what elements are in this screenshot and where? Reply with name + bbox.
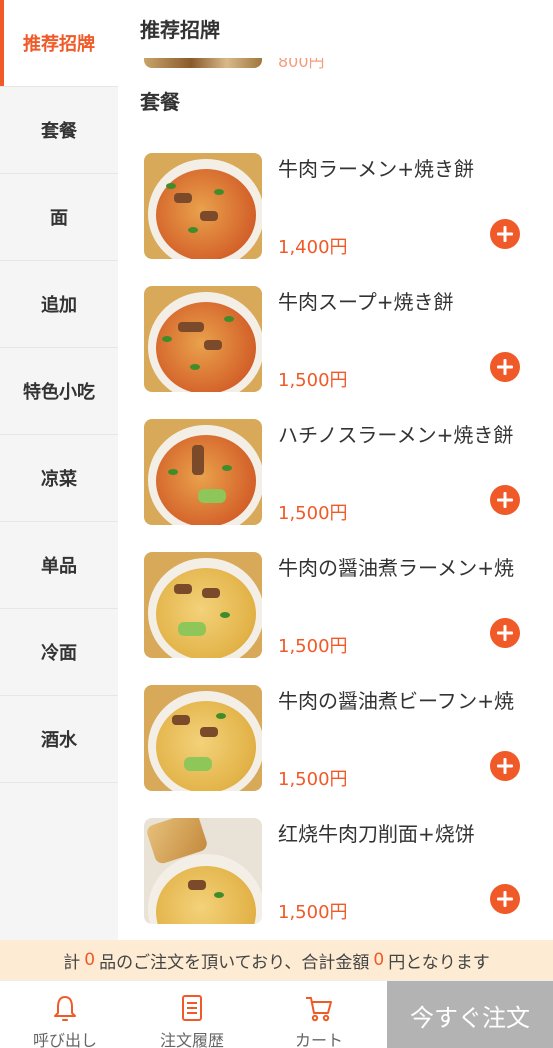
total-amount: 0 bbox=[373, 950, 385, 970]
sidebar-item-snacks[interactable]: 特色小吃 bbox=[0, 348, 118, 435]
item-price: 1,500円 bbox=[278, 636, 348, 657]
tripe-ramen-image[interactable] bbox=[144, 419, 262, 525]
sidebar-item-cold-noodles[interactable]: 冷面 bbox=[0, 609, 118, 696]
summary-prefix: 計 bbox=[63, 952, 81, 973]
sidebar-item-drinks[interactable]: 酒水 bbox=[0, 696, 118, 783]
item-count: 0 bbox=[84, 950, 96, 970]
add-to-cart-button[interactable] bbox=[490, 219, 520, 249]
braised-beef-rice-noodle-image[interactable] bbox=[144, 685, 262, 791]
sidebar-item-cold-dishes[interactable]: 凉菜 bbox=[0, 435, 118, 522]
order-history-button[interactable]: 注文履歴 bbox=[127, 981, 257, 1048]
bell-icon bbox=[54, 996, 76, 1021]
menu-item[interactable]: 牛肉スープ+焼き餅 1,500円 bbox=[144, 286, 544, 394]
bottom-nav: 呼び出し 注文履歴 カート 今すぐ注文 bbox=[0, 980, 553, 1048]
item-price: 1,400円 bbox=[278, 237, 348, 258]
beef-ramen-image[interactable] bbox=[144, 153, 262, 259]
cart-button[interactable]: カート bbox=[254, 981, 384, 1048]
item-name[interactable]: 牛肉スープ+焼き餅 bbox=[278, 286, 544, 315]
receipt-icon bbox=[182, 995, 202, 1021]
item-name[interactable]: ハチノスラーメン+焼き餅 bbox=[278, 419, 544, 448]
category-sidebar: 推荐招牌 套餐 面 追加 特色小吃 凉菜 单品 冷面 酒水 bbox=[0, 0, 118, 940]
summary-middle-text: 品のご注文を頂いており、合計金額 bbox=[99, 952, 370, 973]
item-price: 1,500円 bbox=[278, 503, 348, 524]
sticky-category-title: 推荐招牌 bbox=[140, 18, 220, 42]
menu-list[interactable]: 推荐招牌 800円 套餐 牛肉ラーメン+焼き餅 1,400円 牛肉スープ+焼き餅… bbox=[118, 0, 553, 940]
add-to-cart-button[interactable] bbox=[490, 485, 520, 515]
order-summary-bar: 計 0 品のご注文を頂いており、合計金額 0 円となります bbox=[0, 940, 553, 980]
add-to-cart-button[interactable] bbox=[490, 618, 520, 648]
menu-item[interactable]: ハチノスラーメン+焼き餅 1,500円 bbox=[144, 419, 544, 527]
menu-item[interactable]: 牛肉ラーメン+焼き餅 1,400円 bbox=[144, 153, 544, 261]
sidebar-item-recommended[interactable]: 推荐招牌 bbox=[0, 0, 118, 87]
cart-label: カート bbox=[294, 1031, 343, 1048]
item-price: 1,500円 bbox=[278, 769, 348, 790]
section-title-set-meals: 套餐 bbox=[140, 90, 180, 114]
beef-soup-image[interactable] bbox=[144, 286, 262, 392]
sticky-category-header: 推荐招牌 bbox=[118, 0, 553, 58]
sidebar-item-extras[interactable]: 追加 bbox=[0, 261, 118, 348]
summary-suffix: 円となります bbox=[388, 952, 490, 973]
menu-item[interactable]: 红烧牛肉刀削面+烧饼 1,500円 bbox=[144, 818, 544, 926]
braised-beef-ramen-image[interactable] bbox=[144, 552, 262, 658]
cart-icon bbox=[306, 997, 332, 1022]
order-now-button[interactable]: 今すぐ注文 bbox=[387, 981, 553, 1048]
call-staff-label: 呼び出し bbox=[32, 1031, 97, 1048]
item-name[interactable]: 红烧牛肉刀削面+烧饼 bbox=[278, 818, 544, 847]
item-name[interactable]: 牛肉の醤油煮ラーメン+焼 bbox=[278, 552, 544, 581]
call-staff-button[interactable]: 呼び出し bbox=[0, 981, 130, 1048]
item-price: 1,500円 bbox=[278, 370, 348, 391]
sidebar-item-noodles[interactable]: 面 bbox=[0, 174, 118, 261]
sidebar-item-single-items[interactable]: 单品 bbox=[0, 522, 118, 609]
braised-beef-knife-noodle-image[interactable] bbox=[144, 818, 262, 924]
add-to-cart-button[interactable] bbox=[490, 884, 520, 914]
item-name[interactable]: 牛肉の醤油煮ビーフン+焼 bbox=[278, 685, 544, 714]
order-history-label: 注文履歴 bbox=[159, 1031, 224, 1048]
item-price: 1,500円 bbox=[278, 902, 348, 923]
menu-item[interactable]: 牛肉の醤油煮ビーフン+焼 1,500円 bbox=[144, 685, 544, 793]
add-to-cart-button[interactable] bbox=[490, 751, 520, 781]
add-to-cart-button[interactable] bbox=[490, 352, 520, 382]
menu-item[interactable]: 牛肉の醤油煮ラーメン+焼 1,500円 bbox=[144, 552, 544, 660]
item-name[interactable]: 牛肉ラーメン+焼き餅 bbox=[278, 153, 544, 182]
sidebar-item-set-meals[interactable]: 套餐 bbox=[0, 87, 118, 174]
